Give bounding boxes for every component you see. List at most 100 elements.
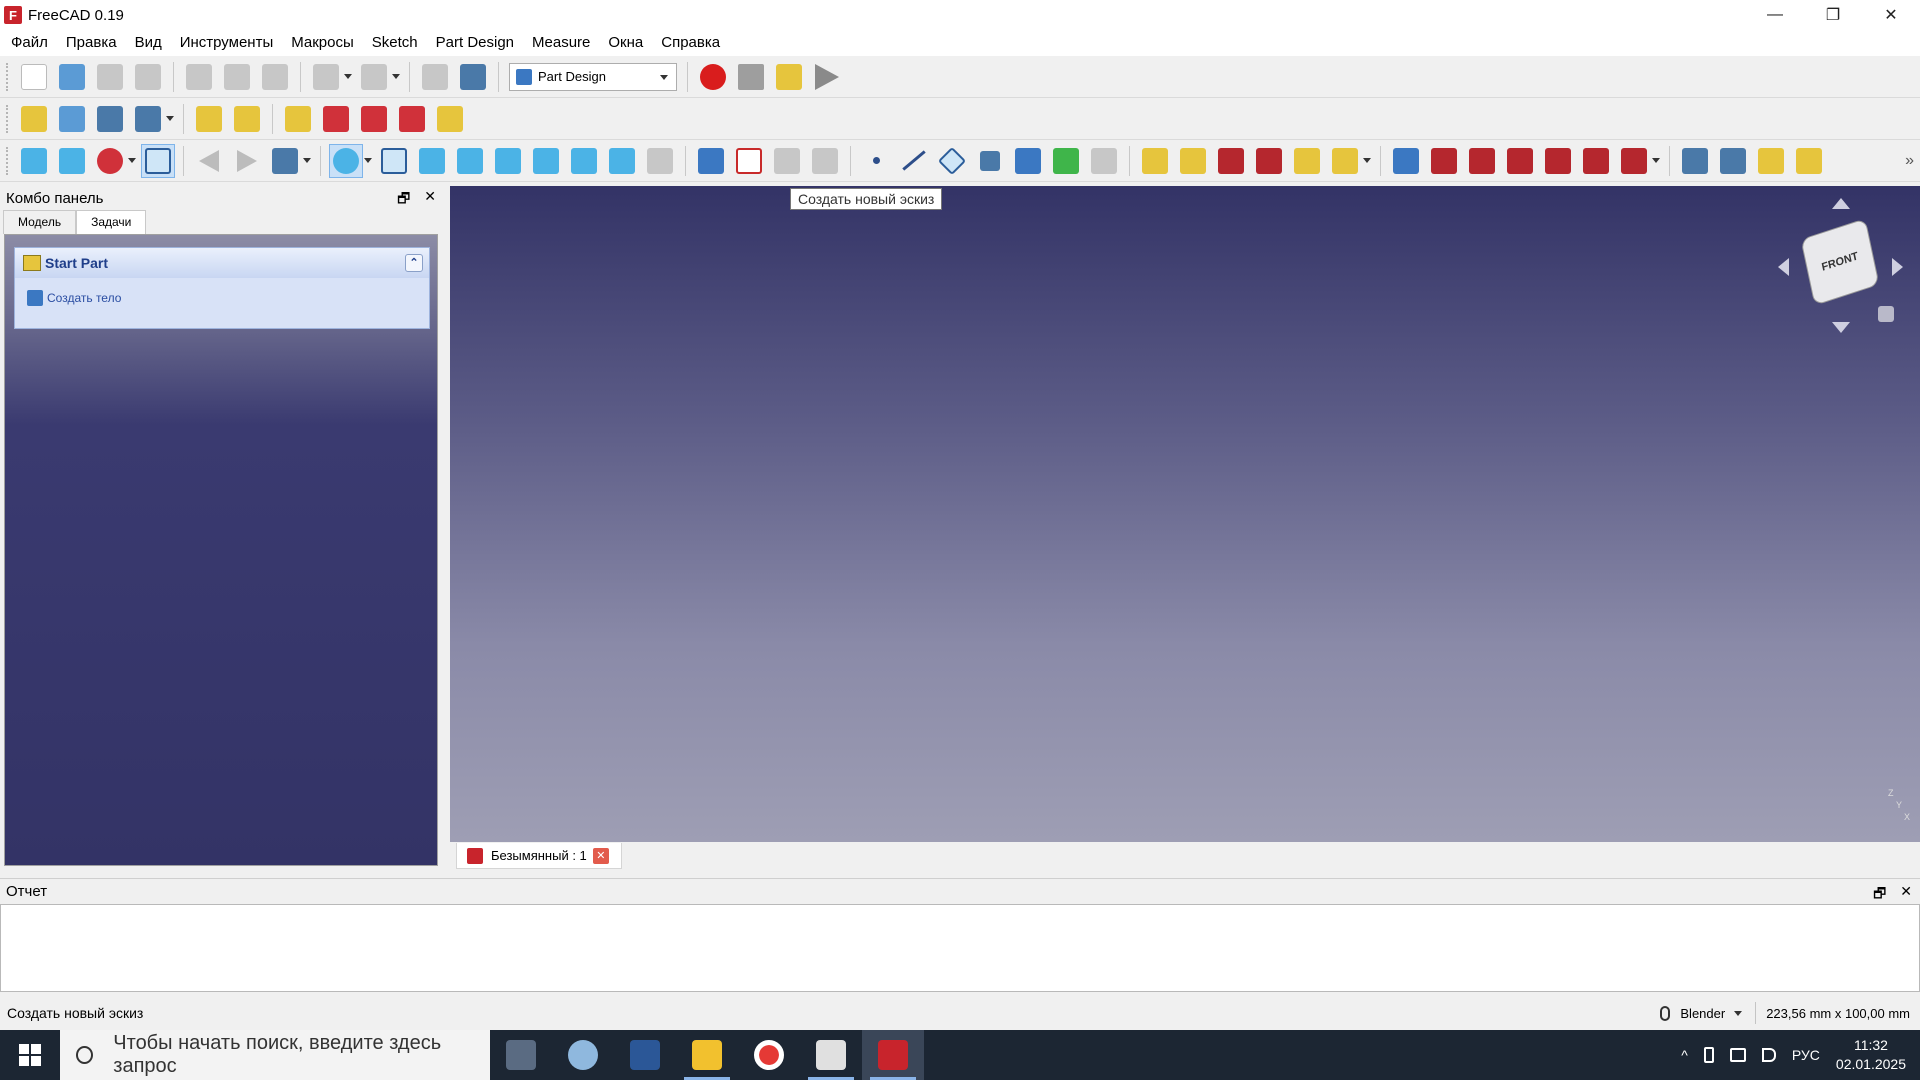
subtractive-primitive-button[interactable] (1617, 144, 1651, 178)
volume-icon[interactable] (1761, 1048, 1776, 1062)
menu-measure[interactable]: Measure (523, 30, 599, 56)
link-actions-dropdown-arrow[interactable] (166, 116, 174, 121)
hole-button[interactable] (1427, 144, 1461, 178)
macro-edit-button[interactable] (772, 60, 806, 94)
bounding-box-button[interactable] (141, 143, 175, 178)
datum-plane-button[interactable] (935, 144, 969, 178)
menu-help[interactable]: Справка (652, 30, 729, 56)
cut-button[interactable] (182, 60, 216, 94)
draw-style-dropdown-arrow[interactable] (128, 158, 136, 163)
sync-view-dropdown-arrow[interactable] (303, 158, 311, 163)
taskbar-word[interactable] (614, 1030, 676, 1080)
make-link-button[interactable] (93, 102, 127, 136)
copy-button[interactable] (220, 60, 254, 94)
create-part-button[interactable] (17, 102, 51, 136)
select-all-instances-button[interactable] (192, 102, 226, 136)
polar-pattern-button[interactable] (1754, 144, 1788, 178)
navigation-style-selector[interactable]: Blender (1680, 1006, 1725, 1021)
undo-dropdown-arrow[interactable] (344, 74, 352, 79)
paste-button[interactable] (258, 60, 292, 94)
open-button[interactable] (55, 60, 89, 94)
subtractive-helix-button[interactable] (1579, 144, 1613, 178)
taskbar-freecad[interactable] (862, 1030, 924, 1080)
subshape-binder-button[interactable] (1049, 144, 1083, 178)
select-instances-2-button[interactable] (230, 102, 264, 136)
macro-record-button[interactable] (696, 60, 730, 94)
taskbar-yandex-browser[interactable] (738, 1030, 800, 1080)
rotate-right-arrow-icon[interactable] (1892, 258, 1903, 276)
taskbar-clock[interactable]: 11:32 02.01.2025 (1836, 1036, 1906, 1074)
usb-drive-icon[interactable] (1703, 1047, 1714, 1063)
chevron-down-icon[interactable] (1734, 1010, 1743, 1016)
additive-primitive-button[interactable] (1328, 144, 1362, 178)
new-document-button[interactable] (17, 60, 51, 94)
local-cs-button[interactable] (973, 144, 1007, 178)
menu-sketch[interactable]: Sketch (363, 30, 427, 56)
menu-part-design[interactable]: Part Design (427, 30, 523, 56)
subtractive-primitive-dropdown-arrow[interactable] (1652, 158, 1660, 163)
3d-view[interactable]: FRONT Z Y X (450, 186, 1920, 842)
redo-dropdown-arrow[interactable] (392, 74, 400, 79)
datum-line-button[interactable] (897, 144, 931, 178)
taskbar-paint[interactable] (552, 1030, 614, 1080)
workbench-selector[interactable]: Part Design (509, 62, 677, 91)
view-right-button[interactable] (491, 144, 525, 178)
float-panel-button[interactable]: 🗗 (397, 188, 410, 212)
rotate-down-arrow-icon[interactable] (1832, 322, 1850, 333)
linear-pattern-button[interactable] (1716, 144, 1750, 178)
create-sketch-button[interactable] (732, 144, 766, 178)
network-icon[interactable] (1729, 1048, 1746, 1062)
forward-button[interactable] (230, 144, 264, 178)
view-top-button[interactable] (453, 144, 487, 178)
toolbar-grip[interactable] (6, 62, 10, 91)
link-select-button[interactable] (433, 102, 467, 136)
multitransform-button[interactable] (1792, 144, 1826, 178)
taskbar-explorer[interactable] (676, 1030, 738, 1080)
zoom-dropdown-arrow[interactable] (364, 158, 372, 163)
macro-stop-button[interactable] (734, 60, 768, 94)
view-rear-button[interactable] (529, 144, 563, 178)
back-button[interactable] (192, 144, 226, 178)
menu-windows[interactable]: Окна (599, 30, 652, 56)
revolution-button[interactable] (1176, 144, 1210, 178)
additive-loft-button[interactable] (1214, 144, 1248, 178)
navcube-menu-icon[interactable] (1878, 306, 1894, 322)
link-import-button[interactable] (281, 102, 315, 136)
close-window-button[interactable]: ✕ (1862, 0, 1920, 30)
pad-button[interactable] (1138, 144, 1172, 178)
report-output[interactable] (0, 904, 1920, 992)
rotate-left-arrow-icon[interactable] (1778, 258, 1789, 276)
save-button[interactable] (93, 60, 127, 94)
close-panel-button[interactable]: ✕ (424, 188, 436, 212)
subtractive-pipe-button[interactable] (1541, 144, 1575, 178)
macro-run-button[interactable] (810, 60, 844, 94)
additive-helix-button[interactable] (1290, 144, 1324, 178)
groove-button[interactable] (1465, 144, 1499, 178)
menu-view[interactable]: Вид (126, 30, 171, 56)
datum-point-button[interactable] (859, 144, 893, 178)
redo-button[interactable] (357, 60, 391, 94)
document-tab[interactable]: Безымянный : 1 ✕ (456, 843, 622, 869)
subtractive-loft-button[interactable] (1503, 144, 1537, 178)
shape-binder-button[interactable] (808, 144, 842, 178)
refresh-button[interactable] (418, 60, 452, 94)
close-document-icon[interactable]: ✕ (592, 847, 609, 864)
tray-overflow-chevron[interactable]: ^ (1681, 1047, 1688, 1063)
link-replace-button[interactable] (357, 102, 391, 136)
input-language[interactable]: РУС (1792, 1047, 1820, 1063)
link-import-all-button[interactable] (319, 102, 353, 136)
taskbar-search[interactable]: Чтобы начать поиск, введите здесь запрос (60, 1030, 490, 1080)
shape-binder-2-button[interactable] (1011, 144, 1045, 178)
toolbar-grip[interactable] (6, 146, 10, 175)
start-button[interactable] (0, 1030, 60, 1080)
rotate-up-arrow-icon[interactable] (1832, 198, 1850, 209)
link-actions-button[interactable] (131, 102, 165, 136)
draw-style-button[interactable] (93, 144, 127, 178)
menu-macros[interactable]: Макросы (282, 30, 363, 56)
menu-tools[interactable]: Инструменты (171, 30, 283, 56)
collapse-icon[interactable]: ⌃ (405, 254, 423, 272)
tab-model[interactable]: Модель (3, 210, 77, 234)
maximize-button[interactable]: ❐ (1804, 0, 1862, 30)
whats-this-button[interactable] (456, 60, 490, 94)
toolbar-overflow-chevron[interactable]: » (1905, 152, 1914, 170)
